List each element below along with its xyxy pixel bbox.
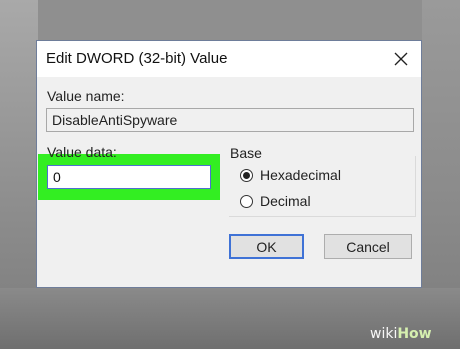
- watermark-wiki: wiki: [370, 326, 398, 342]
- value-name-field: DisableAntiSpyware: [46, 108, 414, 132]
- watermark-how: How: [397, 326, 432, 342]
- value-data-label: Value data:: [47, 144, 117, 160]
- radio-dot: [243, 171, 250, 179]
- wikihow-watermark: wiki How: [370, 322, 432, 346]
- radio-button-selected[interactable]: [240, 168, 253, 182]
- radio-hexadecimal-label: Hexadecimal: [260, 167, 341, 183]
- cancel-button[interactable]: Cancel: [324, 234, 412, 259]
- close-button[interactable]: [381, 41, 421, 77]
- radio-decimal[interactable]: Decimal: [240, 193, 311, 209]
- dialog-title: Edit DWORD (32-bit) Value: [46, 50, 228, 67]
- ok-button[interactable]: OK: [229, 234, 304, 259]
- edit-dword-dialog: Edit DWORD (32-bit) Value Value name: Di…: [36, 40, 422, 288]
- value-name-label: Value name:: [47, 88, 125, 104]
- value-data-input[interactable]: [47, 165, 211, 189]
- title-bar: Edit DWORD (32-bit) Value: [37, 41, 421, 77]
- radio-decimal-label: Decimal: [260, 193, 311, 209]
- radio-button[interactable]: [240, 194, 253, 208]
- close-icon: [394, 52, 408, 66]
- radio-hexadecimal[interactable]: Hexadecimal: [240, 167, 341, 183]
